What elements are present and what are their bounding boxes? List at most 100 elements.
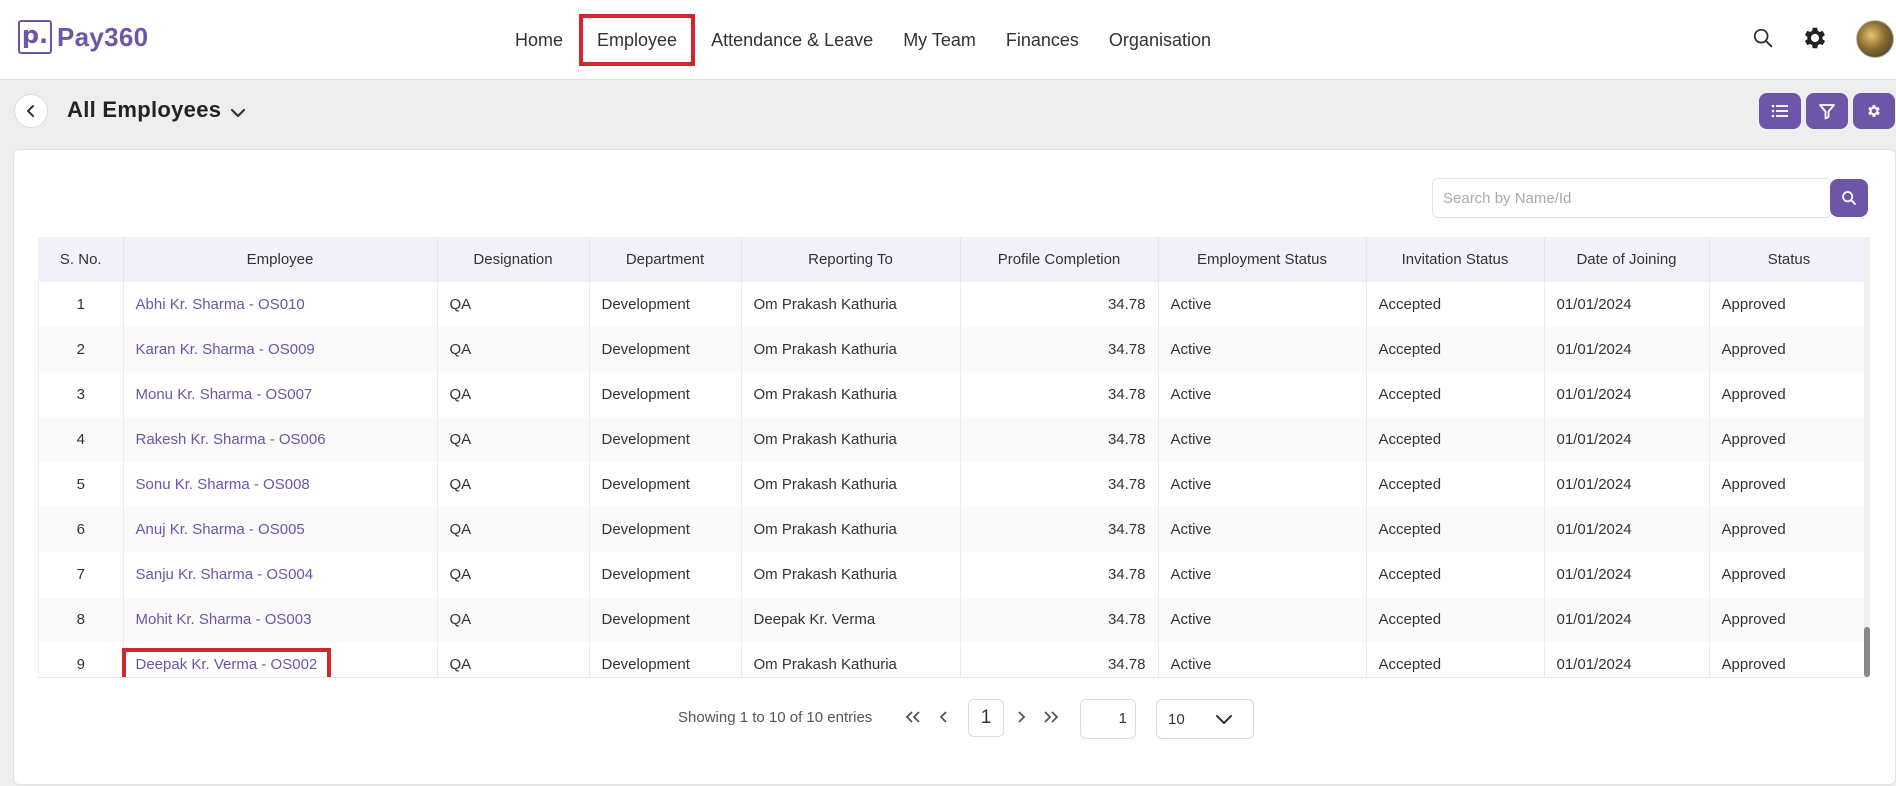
- chevron-down-icon[interactable]: [229, 104, 247, 122]
- page-size-select[interactable]: 10: [1156, 699, 1254, 739]
- gear-icon: [1868, 105, 1880, 117]
- cell-designation: QA: [437, 462, 590, 507]
- gear-icon[interactable]: [1801, 24, 1829, 52]
- cell-date-of-joining: 01/01/2024: [1544, 507, 1710, 552]
- search-icon[interactable]: [1752, 27, 1774, 49]
- cell-employment-status: Active: [1158, 552, 1367, 597]
- cell-profile-completion: 34.78: [960, 552, 1159, 597]
- cell-invitation-status: Accepted: [1366, 327, 1545, 372]
- col-header-employee[interactable]: Employee: [123, 237, 438, 282]
- cell-profile-completion: 34.78: [960, 417, 1159, 462]
- search-button[interactable]: [1830, 179, 1868, 217]
- col-header-department[interactable]: Department: [589, 237, 742, 282]
- nav-finances[interactable]: Finances: [991, 15, 1094, 65]
- main-nav: Home Employee Attendance & Leave My Team…: [500, 14, 1226, 66]
- cell-employee-link[interactable]: Anuj Kr. Sharma - OS005: [123, 507, 438, 552]
- cell-employee-link[interactable]: Mohit Kr. Sharma - OS003: [123, 597, 438, 642]
- cell-department: Development: [589, 462, 742, 507]
- cell-invitation-status: Accepted: [1366, 552, 1545, 597]
- cell-status: Approved: [1709, 417, 1868, 462]
- brand-mark: p.: [18, 20, 52, 54]
- nav-home[interactable]: Home: [500, 15, 578, 65]
- cell-profile-completion: 34.78: [960, 327, 1159, 372]
- cell-sno: 1: [39, 282, 124, 327]
- cell-employment-status: Active: [1158, 507, 1367, 552]
- cell-reporting-to: Om Prakash Kathuria: [741, 552, 961, 597]
- table-row: 6 Anuj Kr. Sharma - OS005 QA Development…: [39, 507, 1868, 552]
- last-page-icon[interactable]: [1040, 706, 1062, 728]
- cell-reporting-to: Deepak Kr. Verma: [741, 597, 961, 642]
- cell-department: Development: [589, 372, 742, 417]
- prev-page-icon[interactable]: [933, 706, 955, 728]
- cell-employee-link[interactable]: Sonu Kr. Sharma - OS008: [123, 462, 438, 507]
- cell-status: Approved: [1709, 507, 1868, 552]
- nav-organisation[interactable]: Organisation: [1094, 15, 1226, 65]
- cell-department: Development: [589, 417, 742, 462]
- table-row: 2 Karan Kr. Sharma - OS009 QA Developmen…: [39, 327, 1868, 372]
- table-row: 5 Sonu Kr. Sharma - OS008 QA Development…: [39, 462, 1868, 507]
- table-row: 8 Mohit Kr. Sharma - OS003 QA Developmen…: [39, 597, 1868, 642]
- cell-invitation-status: Accepted: [1366, 597, 1545, 642]
- cell-sno: 8: [39, 597, 124, 642]
- cell-employee-link[interactable]: Abhi Kr. Sharma - OS010: [123, 282, 438, 327]
- table-scrollbar[interactable]: [1864, 237, 1870, 677]
- cell-profile-completion: 34.78: [960, 282, 1159, 327]
- cell-date-of-joining: 01/01/2024: [1544, 372, 1710, 417]
- user-avatar[interactable]: [1856, 20, 1894, 58]
- cell-status: Approved: [1709, 597, 1868, 642]
- col-header-status[interactable]: Status: [1709, 237, 1868, 282]
- chevron-down-icon: [1216, 715, 1232, 724]
- cell-designation: QA: [437, 642, 590, 677]
- cell-sno: 6: [39, 507, 124, 552]
- search-input[interactable]: [1443, 179, 1823, 217]
- cell-sno: 3: [39, 372, 124, 417]
- list-view-button[interactable]: [1759, 93, 1801, 129]
- col-header-designation[interactable]: Designation: [437, 237, 590, 282]
- cell-employee-link[interactable]: Sanju Kr. Sharma - OS004: [123, 552, 438, 597]
- cell-employee-link[interactable]: Monu Kr. Sharma - OS007: [123, 372, 438, 417]
- divider: [38, 677, 1868, 678]
- back-button[interactable]: [14, 94, 48, 128]
- cell-profile-completion: 34.78: [960, 507, 1159, 552]
- cell-employment-status: Active: [1158, 642, 1367, 677]
- next-page-icon[interactable]: [1010, 706, 1032, 728]
- cell-sno: 7: [39, 552, 124, 597]
- cell-date-of-joining: 01/01/2024: [1544, 327, 1710, 372]
- employees-table: S. No. Employee Designation Department R…: [38, 237, 1868, 677]
- first-page-icon[interactable]: [902, 706, 924, 728]
- cell-date-of-joining: 01/01/2024: [1544, 282, 1710, 327]
- cell-date-of-joining: 01/01/2024: [1544, 597, 1710, 642]
- current-page-button[interactable]: 1: [968, 699, 1004, 737]
- col-header-reporting-to[interactable]: Reporting To: [741, 237, 961, 282]
- cell-invitation-status: Accepted: [1366, 282, 1545, 327]
- cell-employee-cell: Deepak Kr. Verma - OS002: [121, 642, 438, 677]
- cell-invitation-status: Accepted: [1366, 642, 1545, 677]
- settings-button[interactable]: [1853, 93, 1895, 129]
- cell-department: Development: [589, 642, 742, 677]
- cell-department: Development: [589, 597, 742, 642]
- filter-icon: [1819, 104, 1835, 120]
- cell-department: Development: [589, 327, 742, 372]
- cell-status: Approved: [1709, 327, 1868, 372]
- nav-my-team[interactable]: My Team: [888, 15, 991, 65]
- brand-logo[interactable]: p. Pay360: [18, 20, 148, 54]
- col-header-sno[interactable]: S. No.: [39, 237, 124, 282]
- cell-employee-link[interactable]: Rakesh Kr. Sharma - OS006: [123, 417, 438, 462]
- cell-employee-link[interactable]: Karan Kr. Sharma - OS009: [123, 327, 438, 372]
- col-header-invitation-status[interactable]: Invitation Status: [1366, 237, 1545, 282]
- scrollbar-thumb[interactable]: [1864, 627, 1870, 677]
- goto-page-input[interactable]: 1: [1080, 699, 1136, 739]
- page-title[interactable]: All Employees: [67, 97, 221, 123]
- nav-attendance-leave[interactable]: Attendance & Leave: [696, 15, 888, 65]
- col-header-date-of-joining[interactable]: Date of Joining: [1544, 237, 1710, 282]
- employee-link-highlighted[interactable]: Deepak Kr. Verma - OS002: [121, 648, 332, 677]
- cell-designation: QA: [437, 372, 590, 417]
- cell-profile-completion: 34.78: [960, 642, 1159, 677]
- cell-employment-status: Active: [1158, 282, 1367, 327]
- nav-employee[interactable]: Employee: [579, 14, 696, 66]
- col-header-employment-status[interactable]: Employment Status: [1158, 237, 1367, 282]
- filter-button[interactable]: [1806, 93, 1848, 129]
- chevron-left-icon: [27, 105, 34, 117]
- col-header-profile-completion[interactable]: Profile Completion: [960, 237, 1159, 282]
- page-size-value: 10: [1168, 711, 1185, 728]
